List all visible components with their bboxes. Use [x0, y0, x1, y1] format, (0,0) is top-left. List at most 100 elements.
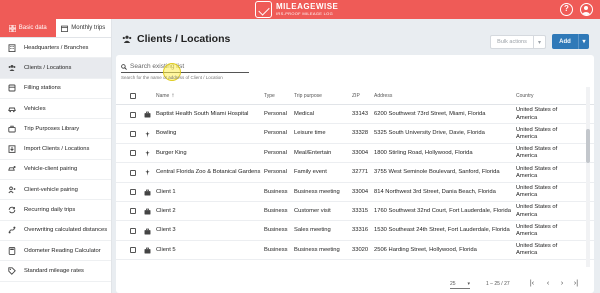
scrollbar-thumb[interactable] [586, 129, 590, 163]
sort-ascending-icon[interactable]: ↑ [171, 93, 174, 99]
search-hint: Search for the name or address of Client… [121, 75, 223, 80]
row-trip-purpose: Leisure time [294, 130, 326, 137]
row-country: United States of America [516, 165, 558, 179]
table-row[interactable]: Burger King Personal Meal/Entertain 33004 18… [116, 144, 594, 164]
table-row[interactable]: Client 1 Business Business meeting 33004 814… [116, 183, 594, 202]
row-zip: 32771 [352, 169, 369, 176]
row-name: Client 2 [156, 208, 176, 215]
row-checkbox[interactable] [130, 130, 136, 137]
sidebar-item-label: Recurring daily trips [24, 207, 76, 214]
table-row[interactable]: Central Florida Zoo & Botanical Gardens P… [116, 163, 594, 183]
column-name[interactable]: Name ↑ [156, 87, 174, 105]
table-row[interactable]: Baptist Health South Miami Hospital Perso… [116, 105, 594, 125]
table-header: Name ↑ Type Trip purpose ZIP Address Coun… [116, 87, 594, 105]
add-label: Add [559, 38, 571, 45]
column-zip[interactable]: ZIP [352, 87, 360, 105]
row-address: 3755 West Seminole Boulevard, Sanford, F… [374, 169, 500, 176]
row-type: Personal [264, 111, 287, 118]
sidebar-item-vehicles[interactable]: Vehicles [0, 99, 111, 120]
sidebar-item-label: Vehicle-client pairing [24, 166, 78, 173]
mileagewise-logo[interactable]: MILEAGEWISE IRS-PROOF MILEAGE LOG [255, 1, 338, 18]
sidebar-item-import-clients[interactable]: Import Clients / Locations [0, 139, 111, 160]
row-zip: 33316 [352, 227, 369, 234]
row-name: Baptist Health South Miami Hospital [156, 111, 249, 118]
help-icon[interactable]: ? [560, 3, 573, 16]
sidebar-item-label: Trip Purposes Library [24, 125, 80, 132]
search-input[interactable] [130, 63, 240, 70]
row-address: 1530 Southeast 24th Street, Fort Lauderd… [374, 227, 510, 234]
column-address[interactable]: Address [374, 87, 392, 105]
row-checkbox[interactable] [130, 247, 136, 254]
sidebar-item-recurring-daily-trips[interactable]: Recurring daily trips [0, 200, 111, 221]
sidebar-item-label: Client-vehicle pairing [24, 186, 78, 193]
row-zip: 33328 [352, 130, 369, 137]
pin-icon [144, 124, 154, 143]
row-country: United States of America [516, 204, 558, 218]
sidebar-item-headquarters[interactable]: Headquarters / Branches [0, 38, 111, 59]
row-type: Business [264, 208, 288, 215]
building-icon [8, 43, 16, 52]
row-checkbox[interactable] [130, 189, 136, 196]
row-checkbox[interactable] [130, 169, 136, 176]
first-page-icon[interactable]: |‹ [528, 279, 536, 289]
sidebar-item-label: Clients / Locations [24, 64, 72, 71]
table-row[interactable]: Client 2 Business Customer visit 33315 1760 … [116, 202, 594, 222]
sidebar-item-clients-locations[interactable]: Clients / Locations [0, 58, 111, 79]
briefcase-icon [144, 105, 154, 124]
sidebar-item-client-vehicle-pairing[interactable]: Client-vehicle pairing [0, 180, 111, 201]
sidebar-item-vehicle-client-pairing[interactable]: Vehicle-client pairing [0, 160, 111, 181]
row-address: 814 Northwest 3rd Street, Dania Beach, F… [374, 188, 496, 195]
row-checkbox[interactable] [130, 111, 136, 118]
import-icon [8, 145, 16, 153]
sidebar-item-standard-mileage-rates[interactable]: Standard mileage rates [0, 261, 111, 282]
tab-basic-data-label: Basic data [18, 25, 47, 31]
rows-per-page-select[interactable]: 25 ▾ [450, 280, 470, 289]
table-row[interactable]: Client 5 Business Business meeting 33020 250… [116, 241, 594, 261]
table-scrollbar[interactable] [586, 87, 590, 267]
sidebar-item-label: Headquarters / Branches [24, 44, 89, 51]
table-row[interactable]: Client 3 Business Sales meeting 33316 1530 S… [116, 221, 594, 241]
row-address: 5325 South University Drive, Davie, Flor… [374, 130, 485, 137]
row-checkbox[interactable] [130, 208, 136, 215]
previous-page-icon[interactable]: ‹ [544, 279, 552, 289]
row-type: Business [264, 227, 288, 234]
row-address: 2506 Harding Street, Hollywood, Florida [374, 246, 477, 253]
select-all-checkbox[interactable] [130, 93, 136, 99]
sidebar-item-filling-stations[interactable]: Filling stations [0, 79, 111, 99]
table-row[interactable]: Bowling Personal Leisure time 33328 5325 Sou… [116, 124, 594, 144]
sidebar-item-trip-purposes[interactable]: Trip Purposes Library [0, 119, 111, 140]
tab-monthly-trips[interactable]: Monthly trips [56, 19, 112, 37]
sidebar-item-odometer-calculator[interactable]: Odometer Reading Calculator [0, 241, 111, 262]
row-trip-purpose: Business meeting [294, 246, 340, 253]
row-country: United States of America [516, 107, 558, 121]
chevron-down-icon[interactable]: ▾ [578, 34, 589, 49]
row-zip: 33004 [352, 149, 369, 156]
column-trip-purpose[interactable]: Trip purpose [294, 87, 322, 105]
search-field[interactable] [121, 61, 249, 81]
tab-basic-data[interactable]: Basic data [0, 19, 56, 37]
briefcase-icon [8, 125, 16, 133]
row-trip-purpose: Sales meeting [294, 227, 331, 234]
row-zip: 33004 [352, 188, 369, 195]
row-checkbox[interactable] [130, 150, 136, 157]
bulk-actions-button[interactable]: Bulk actions ▾ [490, 35, 546, 49]
row-zip: 33020 [352, 246, 369, 253]
row-type: Business [264, 188, 288, 195]
next-page-icon[interactable]: › [558, 279, 566, 289]
column-type[interactable]: Type [264, 87, 275, 105]
user-account-icon[interactable] [580, 3, 593, 16]
row-address: 1760 Southwest 32nd Court, Fort Lauderda… [374, 208, 511, 215]
pin-icon [144, 163, 154, 182]
last-page-icon[interactable]: ›| [572, 279, 580, 289]
add-button[interactable]: Add ▾ [552, 34, 589, 49]
repeat-icon [8, 206, 16, 214]
sidebar-item-overwriting-distances[interactable]: Overwriting calculated distances [0, 221, 111, 241]
chevron-down-icon[interactable]: ▾ [533, 36, 545, 48]
row-name: Burger King [156, 149, 187, 156]
row-country: United States of America [516, 243, 558, 257]
logo-check-icon [255, 1, 272, 18]
tab-monthly-trips-label: Monthly trips [71, 25, 106, 31]
column-country[interactable]: Country [516, 87, 534, 105]
row-checkbox[interactable] [130, 227, 136, 234]
pin-icon [144, 144, 154, 163]
